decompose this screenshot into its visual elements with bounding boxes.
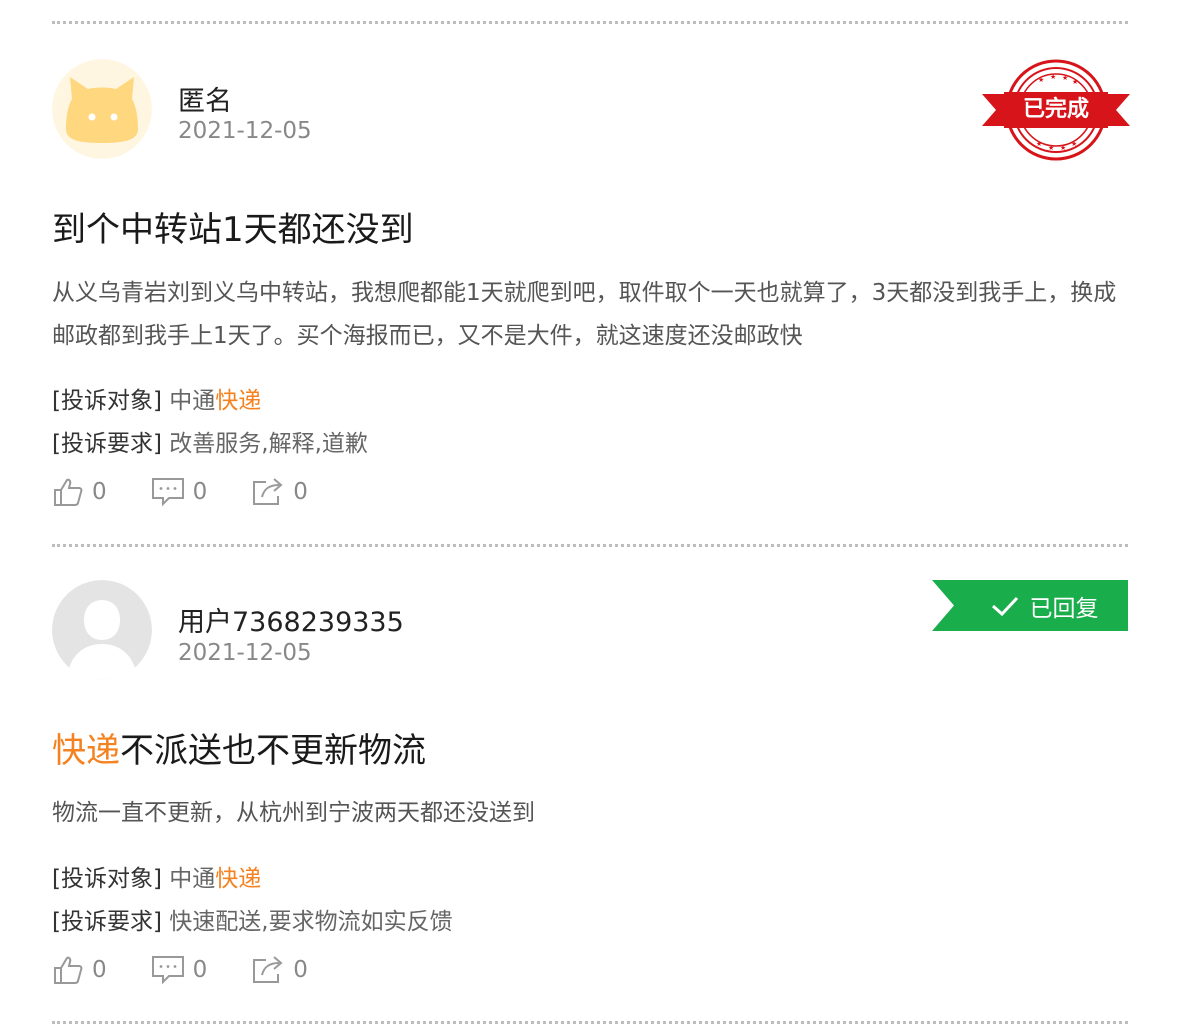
- post-date: 2021-12-05: [178, 118, 312, 144]
- svg-text:★: ★: [1048, 144, 1054, 152]
- share-button[interactable]: 0: [251, 476, 308, 508]
- complaint-target-company[interactable]: 中通: [169, 388, 215, 414]
- comment-button[interactable]: 0: [151, 476, 208, 508]
- like-button[interactable]: 0: [52, 476, 107, 508]
- like-count: 0: [92, 957, 107, 983]
- post-content: 从义乌青岩刘到义乌中转站，我想爬都能1天就爬到吧，取件取个一天也就算了，3天都没…: [52, 280, 1117, 349]
- divider-top: [52, 21, 1128, 24]
- share-icon: [253, 478, 283, 505]
- svg-text:★: ★: [1036, 140, 1042, 148]
- comment-icon: [151, 478, 184, 507]
- check-icon: [991, 596, 1018, 616]
- default-user-avatar-icon: [52, 580, 152, 680]
- post-title[interactable]: 快递不派送也不更新物流: [52, 723, 426, 772]
- status-badge: 已回复: [1029, 595, 1099, 622]
- complaint-target-label: [投诉对象]: [52, 388, 162, 414]
- svg-text:★: ★: [1060, 144, 1066, 152]
- share-button[interactable]: 0: [251, 954, 308, 986]
- avatar: [52, 59, 152, 159]
- share-count: 0: [293, 957, 308, 983]
- post-date: 2021-12-05: [178, 640, 312, 666]
- svg-text:★: ★: [1072, 78, 1078, 86]
- complaint-target-label: [投诉对象]: [52, 866, 162, 892]
- complaint-request-row: [投诉要求] 改善服务,解释,道歉: [52, 424, 368, 458]
- complaint-target-company[interactable]: 中通: [169, 866, 215, 892]
- post-actions: 0 0 0: [52, 954, 352, 986]
- divider-middle: [52, 544, 1128, 547]
- comment-button[interactable]: 0: [151, 954, 208, 986]
- complaint-request-value: 快速配送,要求物流如实反馈: [169, 909, 453, 935]
- svg-text:★: ★: [1062, 74, 1068, 82]
- divider-bottom: [52, 1021, 1128, 1024]
- completed-stamp: ★ ★ ★ ★ ★ ★ ★ ★ 已完成: [982, 58, 1130, 162]
- username[interactable]: 用户7368239335: [178, 600, 404, 639]
- post-title[interactable]: 到个中转站1天都还没到: [52, 202, 414, 251]
- share-icon: [253, 956, 283, 983]
- title-text: 不派送也不更新物流: [120, 731, 426, 771]
- comment-icon: [151, 956, 184, 985]
- title-highlight: 快递: [52, 731, 120, 771]
- svg-text:★: ★: [1071, 140, 1077, 148]
- status-badge: 已完成: [1022, 97, 1089, 122]
- like-count: 0: [92, 479, 107, 505]
- svg-text:★: ★: [1050, 73, 1056, 81]
- post-content: 物流一直不更新，从杭州到宁波两天都还没送到: [52, 800, 535, 826]
- comment-count: 0: [192, 479, 208, 505]
- replied-badge: 已回复: [932, 580, 1128, 631]
- username[interactable]: 匿名: [178, 79, 232, 118]
- complaint-target-row: [投诉对象] 中通快递: [52, 381, 261, 415]
- share-count: 0: [293, 479, 308, 505]
- complaint-target-highlight[interactable]: 快递: [215, 388, 261, 414]
- post-actions: 0 0 0: [52, 476, 352, 508]
- complaint-request-value: 改善服务,解释,道歉: [169, 431, 368, 457]
- cat-avatar-icon: [52, 59, 152, 159]
- complaint-request-label: [投诉要求]: [52, 909, 162, 935]
- complaint-target-row: [投诉对象] 中通快递: [52, 859, 261, 893]
- thumbs-up-icon: [54, 956, 83, 984]
- thumbs-up-icon: [54, 478, 83, 506]
- like-button[interactable]: 0: [52, 954, 107, 986]
- svg-text:★: ★: [1038, 76, 1044, 84]
- comment-count: 0: [192, 957, 208, 983]
- complaint-target-highlight[interactable]: 快递: [215, 866, 261, 892]
- complaint-request-row: [投诉要求] 快速配送,要求物流如实反馈: [52, 902, 453, 936]
- title-text: 到个中转站1天都还没到: [52, 210, 414, 250]
- complaint-request-label: [投诉要求]: [52, 431, 162, 457]
- avatar: [52, 580, 152, 680]
